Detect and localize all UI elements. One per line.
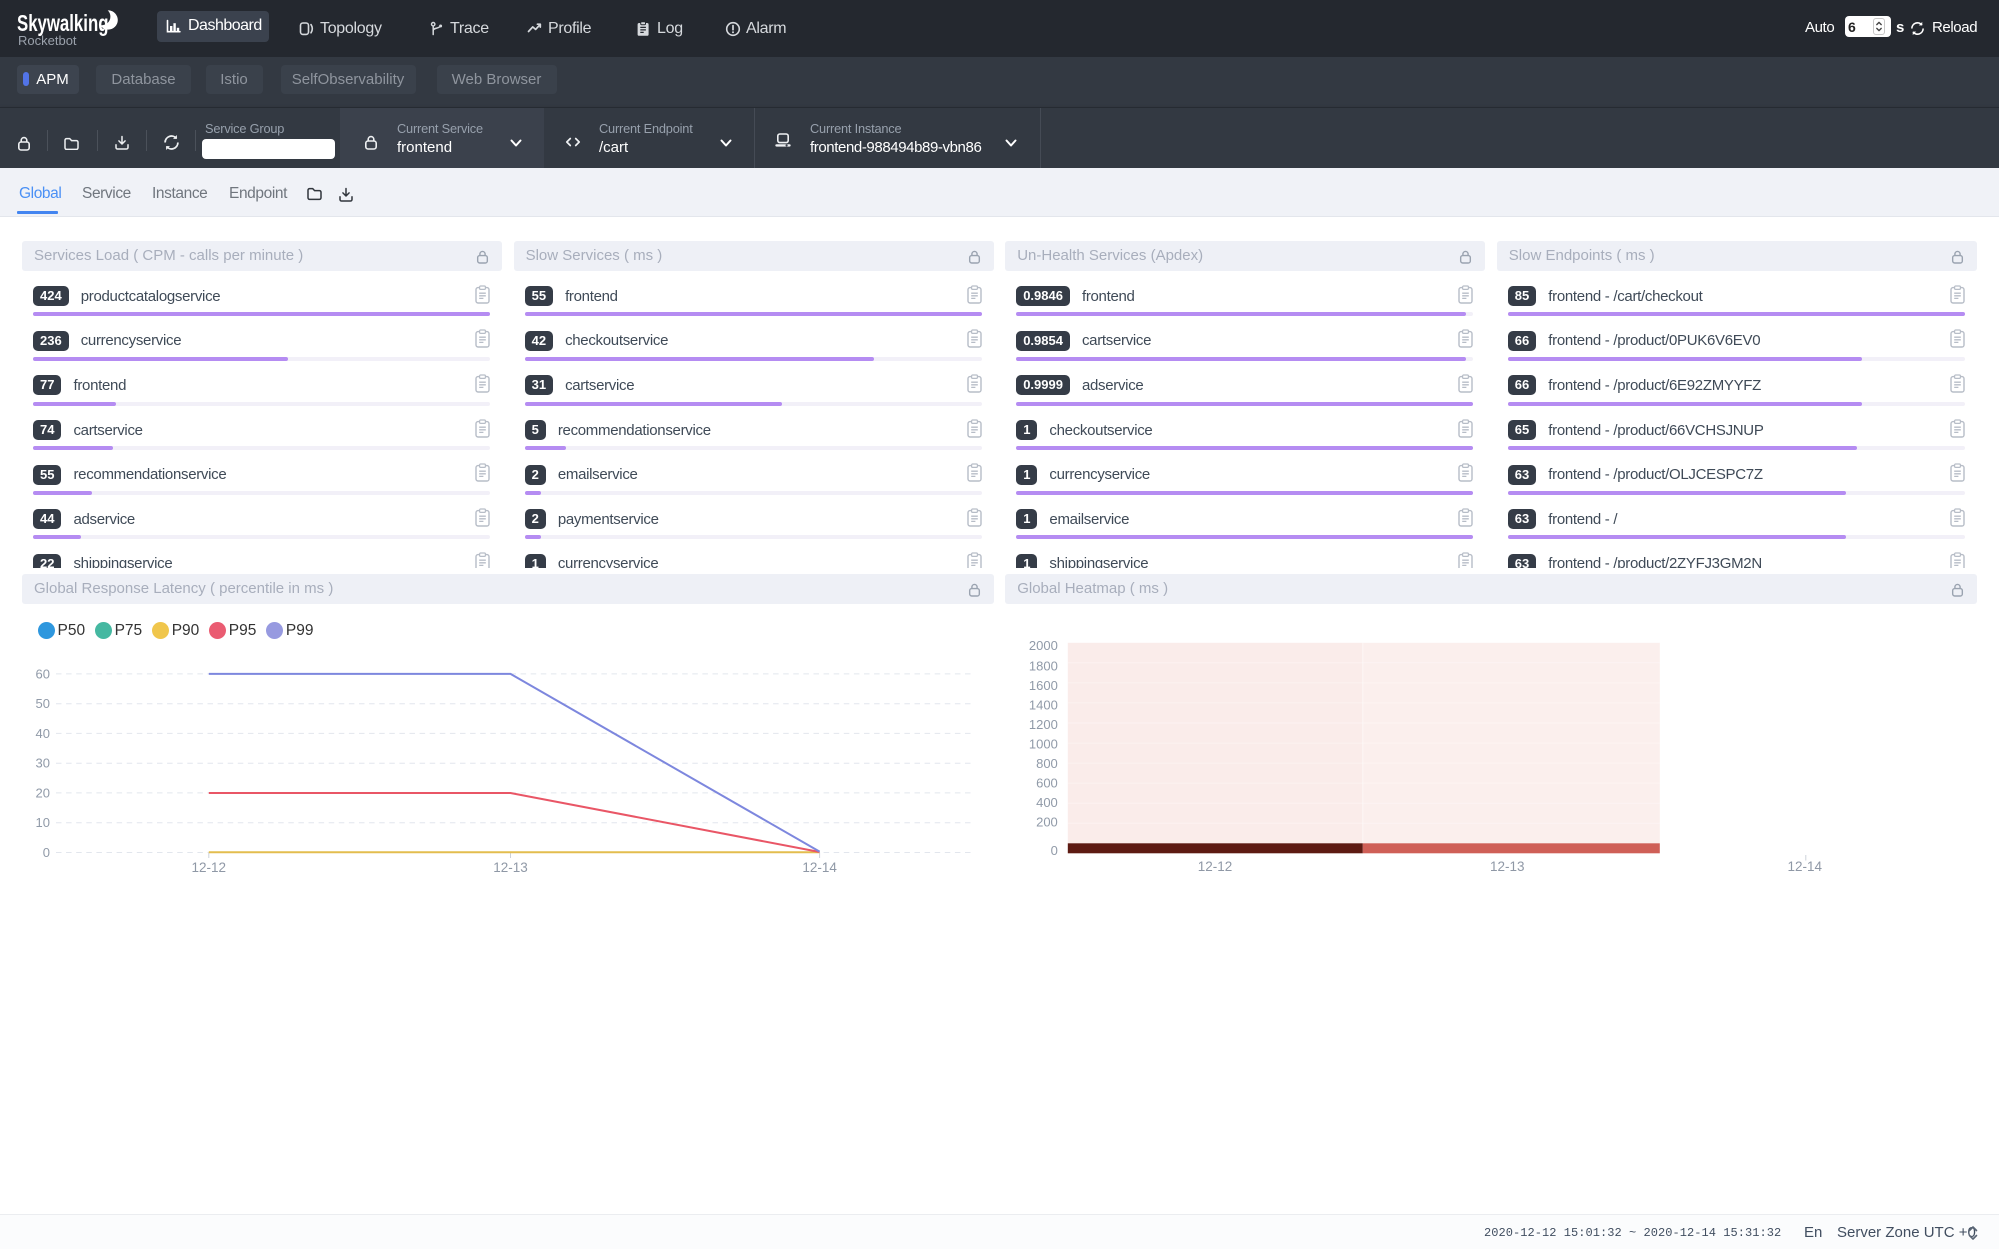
svg-text:600: 600 xyxy=(1036,775,1058,790)
svg-text:30: 30 xyxy=(36,755,50,770)
svg-text:400: 400 xyxy=(1036,795,1058,810)
svg-text:1200: 1200 xyxy=(1029,716,1058,731)
svg-text:2000: 2000 xyxy=(1029,637,1058,652)
svg-text:10: 10 xyxy=(36,815,50,830)
svg-text:50: 50 xyxy=(36,696,50,711)
svg-text:12-12: 12-12 xyxy=(1198,859,1233,874)
svg-text:0: 0 xyxy=(43,845,50,860)
svg-text:12-14: 12-14 xyxy=(1788,859,1823,874)
svg-text:0: 0 xyxy=(1051,842,1058,857)
svg-text:12-14: 12-14 xyxy=(802,860,837,875)
svg-text:12-13: 12-13 xyxy=(1490,859,1525,874)
svg-text:20: 20 xyxy=(36,785,50,800)
svg-text:1600: 1600 xyxy=(1029,677,1058,692)
svg-text:1400: 1400 xyxy=(1029,697,1058,712)
svg-text:200: 200 xyxy=(1036,814,1058,829)
svg-text:60: 60 xyxy=(36,666,50,681)
svg-text:12-12: 12-12 xyxy=(192,860,227,875)
svg-text:40: 40 xyxy=(36,726,50,741)
svg-text:1000: 1000 xyxy=(1029,736,1058,751)
svg-text:1800: 1800 xyxy=(1029,658,1058,673)
svg-text:800: 800 xyxy=(1036,755,1058,770)
svg-text:12-13: 12-13 xyxy=(493,860,528,875)
